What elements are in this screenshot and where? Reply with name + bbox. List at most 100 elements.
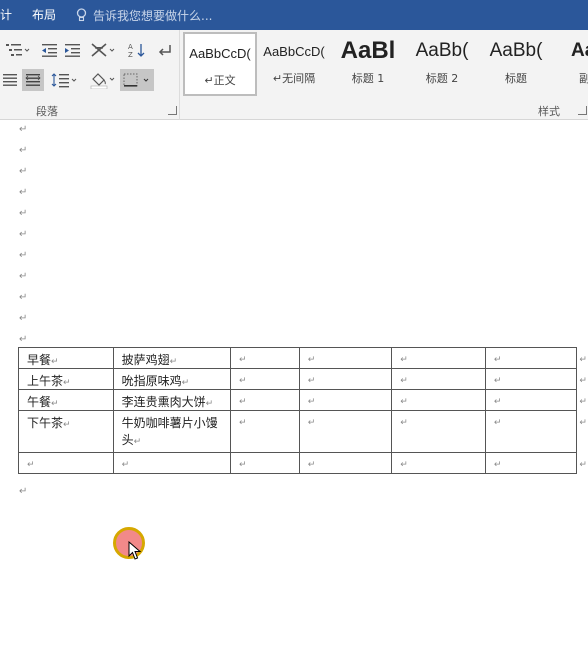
table-cell[interactable]: ↵ — [391, 410, 486, 453]
justify-button[interactable] — [0, 70, 20, 90]
row-mark: ↵ — [579, 417, 587, 428]
cell-end-mark: ↵ — [27, 460, 35, 470]
food-name: 吮指原味鸡 — [121, 374, 182, 388]
styles-dialog-launcher[interactable] — [578, 106, 587, 115]
cell-end-mark: ↵ — [133, 437, 142, 447]
tab-layout[interactable]: 布局 — [22, 0, 66, 30]
row-mark: ↵ — [579, 354, 587, 365]
style-preview: AaBb( — [489, 40, 543, 61]
cell-end-mark: ↵ — [400, 460, 408, 470]
style-item[interactable]: AaBl 标题 1 — [331, 32, 405, 96]
table-cell[interactable]: 上午茶↵ — [18, 368, 114, 390]
table-cell[interactable]: ↵ — [112, 452, 232, 474]
table-cell[interactable]: ↵ — [230, 410, 300, 453]
cell-end-mark: ↵ — [63, 420, 71, 430]
distributed-button[interactable] — [22, 69, 44, 91]
table-cell[interactable]: ↵ — [391, 452, 486, 474]
ribbon: A Z 段落 AaBbCcD(↵正文 AaBbCcD(↵无间隔 AaBl 标… — [0, 30, 588, 120]
paragraph-mark: ↵ — [19, 292, 28, 303]
borders-button[interactable] — [120, 69, 154, 91]
table-cell[interactable]: ↵ — [298, 368, 393, 390]
row-end-mark: ↵ — [577, 390, 588, 411]
meal-name: 早餐 — [27, 353, 52, 367]
table-cell[interactable]: 早餐↵ — [18, 347, 114, 369]
style-preview: AaBl — [340, 37, 396, 64]
table-cell[interactable]: 牛奶咖啡薯片小馒头↵ — [112, 410, 232, 453]
row-mark: ↵ — [579, 396, 587, 407]
chinese-layout-button[interactable] — [88, 40, 118, 60]
paragraph-group: A Z 段落 — [0, 30, 180, 120]
table-cell[interactable]: 吮指原味鸡↵ — [112, 368, 232, 390]
paragraph-mark: ↵ — [19, 271, 28, 282]
mouse-pointer-icon — [128, 541, 142, 560]
style-name: 标题 — [505, 72, 527, 85]
tell-me-box[interactable]: 告诉我您想要做什么... — [76, 7, 212, 24]
multilevel-list-button[interactable] — [2, 40, 32, 60]
lightbulb-icon — [76, 8, 87, 22]
increase-indent-button[interactable] — [62, 40, 84, 60]
meal-table[interactable]: 早餐↵ 披萨鸡翅↵ ↵ ↵ ↵ ↵ ↵ 上午茶↵ 吮指原味鸡↵ ↵ ↵ ↵ ↵ ↵ 午餐↵ 李连贵熏肉大饼↵ ↵… — [18, 347, 588, 474]
table-cell[interactable]: ↵ — [298, 347, 393, 369]
decrease-indent-button[interactable] — [38, 40, 60, 60]
line-spacing-button[interactable] — [50, 70, 80, 90]
cell-end-mark: ↵ — [307, 460, 316, 470]
table-cell[interactable]: ↵ — [484, 410, 578, 453]
table-cell[interactable]: 李连贵熏肉大饼↵ — [112, 389, 232, 411]
table-cell[interactable]: ↵ — [484, 347, 578, 369]
style-item[interactable]: AaBb( 标题 — [479, 32, 553, 96]
row-mark: ↵ — [579, 375, 587, 386]
document-page[interactable]: 早餐↵ 披萨鸡翅↵ ↵ ↵ ↵ ↵ ↵ 上午茶↵ 吮指原味鸡↵ ↵ ↵ ↵ ↵ ↵ 午餐↵ 李连贵熏肉大饼↵ ↵… — [0, 121, 588, 649]
paragraph-mark: ↵ — [19, 208, 28, 219]
borders-icon — [123, 73, 149, 87]
paragraph-mark: ↵ — [19, 166, 28, 177]
row-end-mark: ↵ — [577, 348, 588, 369]
cell-end-mark: ↵ — [493, 397, 502, 407]
style-item[interactable]: AaBbCcD(↵正文 — [183, 32, 257, 96]
meal-name: 下午茶 — [27, 416, 64, 430]
decrease-indent-icon — [42, 44, 57, 57]
cell-end-mark: ↵ — [51, 357, 59, 367]
style-item[interactable]: AaBb(标题 2 — [405, 32, 479, 96]
table-cell[interactable]: ↵ — [230, 389, 300, 411]
paragraph-dialog-launcher[interactable] — [168, 106, 177, 115]
cell-end-mark: ↵ — [121, 460, 130, 470]
style-item[interactable]: AaBbCcD(↵无间隔 — [257, 32, 331, 96]
justify-icon — [3, 74, 17, 86]
sort-icon: A Z — [128, 43, 145, 58]
table-cell[interactable]: ↵ — [18, 452, 114, 474]
food-name: 李连贵熏肉大饼 — [121, 395, 206, 409]
table-cell[interactable]: ↵ — [298, 452, 393, 474]
shading-button[interactable] — [88, 70, 118, 90]
table-cell[interactable]: ↵ — [230, 368, 300, 390]
table-cell[interactable]: ↵ — [391, 368, 486, 390]
table-cell[interactable]: ↵ — [298, 389, 393, 411]
table-cell[interactable]: 下午茶↵ — [18, 410, 114, 453]
sort-button[interactable]: A Z — [126, 40, 148, 60]
table-cell[interactable]: ↵ — [484, 368, 578, 390]
cell-end-mark: ↵ — [400, 376, 408, 386]
line-spacing-icon — [51, 73, 77, 88]
table-cell[interactable]: ↵ — [391, 389, 486, 411]
paragraph-mark: ↵ — [19, 250, 28, 261]
style-preview: AaBbCcD( — [263, 43, 325, 59]
table-cell[interactable]: 午餐↵ — [18, 389, 114, 411]
paragraph-mark: ↵ — [19, 145, 28, 156]
table-cell[interactable]: ↵ — [484, 452, 578, 474]
tab-design[interactable]: 计 — [0, 0, 22, 30]
paragraph-mark: ↵ — [19, 486, 28, 497]
style-item[interactable]: AaB 副标 — [553, 32, 588, 96]
multilevel-list-icon — [6, 44, 30, 56]
paragraph-mark: ↵ — [19, 313, 28, 324]
paragraph-mark: ↵ — [19, 229, 28, 240]
table-cell[interactable]: ↵ — [230, 347, 300, 369]
cell-end-mark: ↵ — [181, 378, 190, 388]
table-cell[interactable]: ↵ — [230, 452, 300, 474]
table-cell[interactable]: 披萨鸡翅↵ — [112, 347, 232, 369]
table-cell[interactable]: ↵ — [298, 410, 393, 453]
cell-end-mark: ↵ — [493, 355, 502, 365]
style-name: 标题 2 — [425, 72, 459, 85]
style-name: 标题 1 — [351, 72, 385, 85]
table-cell[interactable]: ↵ — [484, 389, 578, 411]
show-marks-button[interactable] — [154, 40, 176, 60]
table-cell[interactable]: ↵ — [391, 347, 486, 369]
